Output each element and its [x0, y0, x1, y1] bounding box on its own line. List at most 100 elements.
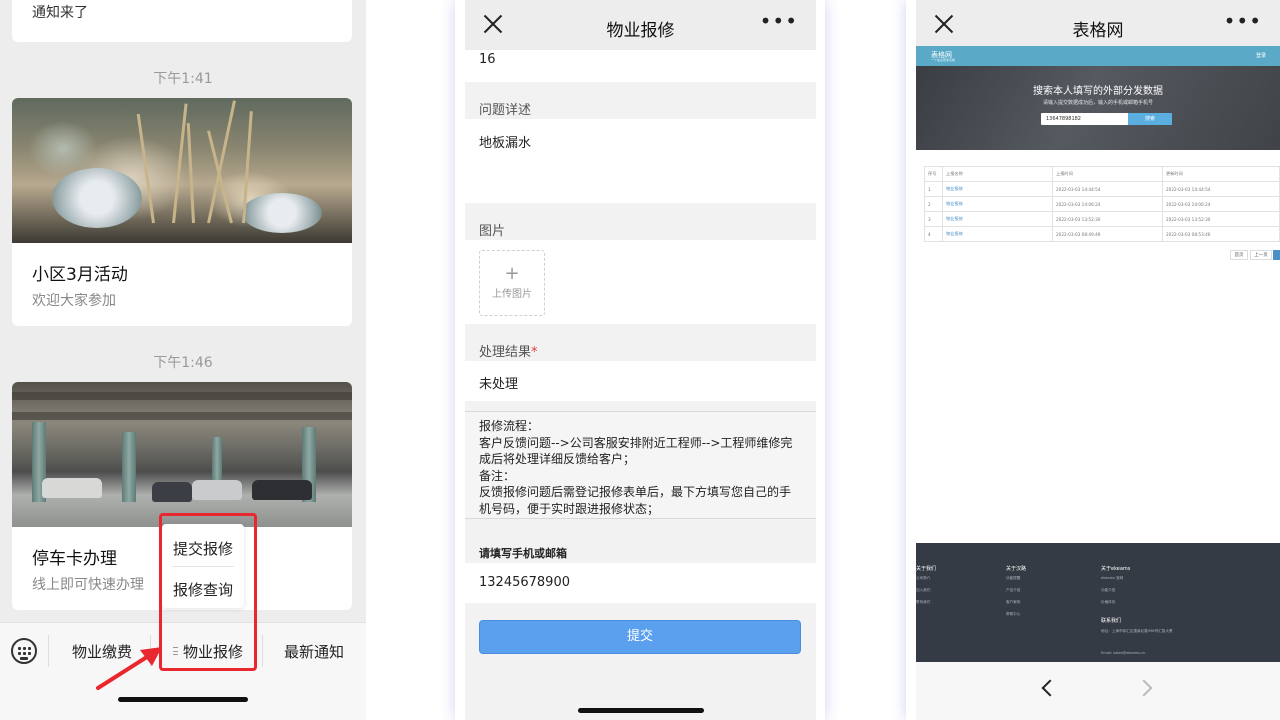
divider	[262, 635, 263, 667]
hero-subtitle: 请输入提交数据成功后，输入的手机或邮箱手机号	[1042, 100, 1153, 106]
footer-link[interactable]: 产品介绍	[1006, 588, 1020, 593]
browser-toolbar	[916, 662, 1280, 720]
table-cell: 2	[924, 196, 943, 212]
table-cell: 2022-03-03 08:53:46	[1162, 226, 1280, 242]
table-header-row: 序号 上报名称 上报时间 更新时间	[924, 166, 1280, 182]
table-row: 2 物业报修 2022-03-03 14:06:24 2022-03-03 14…	[924, 196, 1280, 212]
record-link[interactable]: 物业报修	[942, 181, 1053, 197]
result-field[interactable]: 未处理	[465, 361, 816, 401]
required-mark: *	[531, 345, 538, 360]
notice-line: 客户反馈问题-->公司客服安排附近工程师-->工程师维修完成后将处理详细反馈给客…	[479, 435, 793, 467]
table-cell: 2022-03-03 08:49:49	[1052, 226, 1163, 242]
footer-link[interactable]: 客户案例	[1006, 600, 1020, 605]
column-header: 序号	[924, 166, 943, 182]
issue-value: 地板漏水	[479, 136, 532, 151]
card-subtitle: 线上即可快速办理	[32, 577, 144, 593]
field-label: 问题详述	[479, 103, 532, 118]
footer-contact-line: 地址：上海市徐汇区漕溪北路398号汇智大厦	[1101, 629, 1173, 633]
hero-title: 搜索本人填写的外部分发数据	[1033, 86, 1163, 97]
nav-bar: 表格网 •••	[916, 0, 1280, 50]
current-page-button[interactable]	[1273, 250, 1280, 260]
notice-line: 报修流程：	[479, 419, 540, 433]
search-hero: 搜索本人填写的外部分发数据 请输入提交数据成功后，输入的手机或邮箱手机号 136…	[916, 66, 1280, 150]
site-footer: 关于我们 公司简介 加入我们 联系我们 关于汉路 功能提醒 产品介绍 客户案例 …	[916, 543, 1280, 662]
field-value: 16	[479, 52, 496, 67]
search-input[interactable]: 13647898182	[1041, 113, 1129, 125]
search-button[interactable]: 搜索	[1128, 113, 1172, 125]
table-cell: 2022-03-03 14:44:54	[1052, 181, 1163, 197]
keyboard-icon[interactable]	[11, 638, 37, 664]
nav-bar: 物业报修 •••	[465, 0, 816, 50]
footer-link[interactable]: 公司简介	[916, 576, 930, 581]
more-icon[interactable]: •••	[1224, 11, 1262, 31]
record-link[interactable]: 物业报修	[942, 226, 1053, 242]
footer-heading: 关于汉路	[1006, 566, 1027, 572]
divider	[150, 635, 151, 667]
site-header: 表格网 一个站点搜索表格 登录	[916, 46, 1280, 66]
table-cell: 3	[924, 211, 943, 227]
notice-box: 报修流程： 客户反馈问题-->公司客服安排附近工程师-->工程师维修完成后将处理…	[465, 411, 816, 519]
table-row: 4 物业报修 2022-03-03 08:49:49 2022-03-03 08…	[924, 226, 1280, 242]
tab-latest-notice[interactable]: 最新通知	[284, 641, 344, 662]
card-title: 小区3月活动	[32, 265, 128, 285]
forward-icon[interactable]	[1135, 679, 1153, 697]
more-icon[interactable]: •••	[760, 11, 798, 31]
field-label: 请填写手机或邮箱	[479, 547, 567, 560]
record-link[interactable]: 物业报修	[942, 196, 1053, 212]
record-link[interactable]: 物业报修	[942, 211, 1053, 227]
footer-link[interactable]: 功能介绍	[1101, 588, 1115, 593]
activity-card[interactable]: 小区3月活动 欢迎大家参加	[12, 98, 352, 326]
result-value: 未处理	[479, 377, 519, 392]
contact-value: 13245678900	[479, 575, 570, 590]
form-field-row[interactable]: 16	[465, 50, 816, 82]
divider	[48, 635, 49, 667]
tab-property-payment[interactable]: 物业缴费	[72, 641, 132, 662]
first-page-button[interactable]: 首页	[1230, 250, 1248, 260]
timestamp: 下午1:46	[153, 355, 213, 371]
repair-form-panel: 物业报修 ••• 16 问题详述 地板漏水 图片 + 上传图片 处理结果* 未处…	[465, 0, 816, 720]
column-header: 上报名称	[942, 166, 1053, 182]
footer-contact-line: Email: sales@ekeams.cn	[1101, 651, 1146, 655]
submit-button[interactable]: 提交	[479, 620, 801, 654]
home-indicator	[578, 708, 704, 713]
plus-icon: +	[504, 263, 520, 284]
table-cell: 2022-03-03 14:06:24	[1162, 196, 1280, 212]
timestamp: 下午1:41	[153, 71, 213, 87]
footer-link[interactable]: 加入我们	[916, 588, 930, 593]
table-row: 3 物业报修 2022-03-03 13:52:30 2022-03-03 13…	[924, 211, 1280, 227]
footer-link[interactable]: 联系我们	[916, 600, 930, 605]
notice-line: 反馈报修问题后需登记报修表单后，最下方填写您自己的手机号码，便于实时跟进报修状态…	[479, 485, 792, 516]
highlight-box	[159, 513, 257, 671]
footer-link[interactable]: 价格体系	[1101, 600, 1115, 605]
back-icon[interactable]	[1041, 679, 1059, 697]
screenshot-stage: 通知来了 下午1:41 小区3月活动 欢迎大家参加 下午1:46 停车卡办理 线…	[0, 0, 1280, 720]
footer-link[interactable]: 功能提醒	[1006, 576, 1020, 581]
notice-line: 备注：	[479, 468, 516, 483]
dining-table-photo	[12, 98, 352, 243]
webview-panel: 表格网 ••• 表格网 一个站点搜索表格 登录 搜索本人填写的外部分发数据 请输…	[916, 0, 1280, 720]
contact-input[interactable]: 13245678900	[465, 563, 816, 603]
footer-link[interactable]: 帮助中心	[1006, 612, 1020, 617]
table-cell: 4	[924, 226, 943, 242]
table-row: 1 物业报修 2022-03-03 14:44:54 2022-03-03 14…	[924, 181, 1280, 197]
upload-image-button[interactable]: + 上传图片	[479, 250, 545, 316]
column-header: 上报时间	[1052, 166, 1163, 182]
prev-page-button[interactable]: 上一页	[1250, 250, 1272, 260]
partial-message-card[interactable]: 通知来了	[12, 0, 352, 42]
results-table: 序号 上报名称 上报时间 更新时间 1 物业报修 2022-03-03 14:4…	[924, 166, 1280, 242]
footer-heading: 关于我们	[916, 566, 937, 572]
column-header: 更新时间	[1162, 166, 1280, 182]
table-cell: 2022-03-03 13:52:30	[1052, 211, 1163, 227]
home-indicator	[118, 697, 248, 702]
table-cell: 2022-03-03 13:52:30	[1162, 211, 1280, 227]
table-cell: 1	[924, 181, 943, 197]
table-cell: 2022-03-03 14:06:24	[1052, 196, 1163, 212]
field-label: 处理结果*	[479, 345, 538, 360]
card-title: 停车卡办理	[32, 549, 117, 569]
issue-textarea[interactable]: 地板漏水	[465, 119, 816, 203]
footer-heading: 联系我们	[1101, 618, 1122, 624]
login-link[interactable]: 登录	[1256, 52, 1266, 59]
footer-link[interactable]: ekeams 官网	[1101, 576, 1123, 581]
field-label: 图片	[479, 224, 506, 239]
card-subtitle: 欢迎大家参加	[32, 293, 116, 309]
